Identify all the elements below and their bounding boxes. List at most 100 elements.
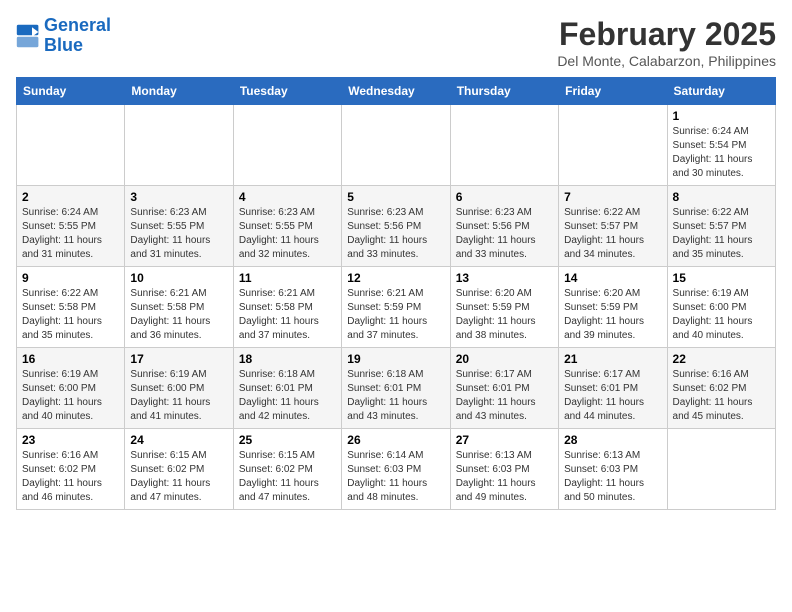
- day-info: Sunrise: 6:24 AM Sunset: 5:54 PM Dayligh…: [673, 125, 770, 181]
- day-info: Sunrise: 6:13 AM Sunset: 6:03 PM Dayligh…: [564, 449, 661, 505]
- calendar-cell: 26 Sunrise: 6:14 AM Sunset: 6:03 PM Dayli…: [342, 429, 450, 510]
- day-number: 10: [130, 271, 227, 285]
- header-sunday: Sunday: [17, 78, 125, 105]
- day-number: 20: [456, 352, 553, 366]
- week-row-4: 16 Sunrise: 6:19 AM Sunset: 6:00 PM Dayli…: [17, 348, 776, 429]
- logo: GeneralBlue: [16, 16, 111, 56]
- day-number: 5: [347, 190, 444, 204]
- calendar-cell: 17 Sunrise: 6:19 AM Sunset: 6:00 PM Dayli…: [125, 348, 233, 429]
- week-row-5: 23 Sunrise: 6:16 AM Sunset: 6:02 PM Dayli…: [17, 429, 776, 510]
- day-number: 14: [564, 271, 661, 285]
- calendar-cell: 24 Sunrise: 6:15 AM Sunset: 6:02 PM Dayli…: [125, 429, 233, 510]
- day-number: 27: [456, 433, 553, 447]
- day-info: Sunrise: 6:16 AM Sunset: 6:02 PM Dayligh…: [22, 449, 119, 505]
- day-number: 17: [130, 352, 227, 366]
- calendar-cell: 21Sunrise: 6:17 AM Sunset: 6:01 PM Dayli…: [559, 348, 667, 429]
- calendar-cell: [667, 429, 775, 510]
- calendar-cell: [17, 105, 125, 186]
- calendar-cell: 16 Sunrise: 6:19 AM Sunset: 6:00 PM Dayli…: [17, 348, 125, 429]
- day-info: Sunrise: 6:21 AM Sunset: 5:59 PM Dayligh…: [347, 287, 444, 343]
- day-number: 4: [239, 190, 336, 204]
- day-number: 26: [347, 433, 444, 447]
- day-info: Sunrise: 6:13 AM Sunset: 6:03 PM Dayligh…: [456, 449, 553, 505]
- calendar-cell: [125, 105, 233, 186]
- title-block: February 2025 Del Monte, Calabarzon, Phi…: [557, 16, 776, 69]
- week-row-2: 2Sunrise: 6:24 AM Sunset: 5:55 PM Daylig…: [17, 186, 776, 267]
- calendar-cell: 5 Sunrise: 6:23 AM Sunset: 5:56 PM Daylig…: [342, 186, 450, 267]
- header-tuesday: Tuesday: [233, 78, 341, 105]
- day-info: Sunrise: 6:22 AM Sunset: 5:57 PM Dayligh…: [673, 206, 770, 262]
- calendar-cell: 27 Sunrise: 6:13 AM Sunset: 6:03 PM Dayli…: [450, 429, 558, 510]
- day-number: 1: [673, 109, 770, 123]
- logo-blue: Blue: [44, 35, 83, 55]
- day-number: 23: [22, 433, 119, 447]
- calendar-cell: 12 Sunrise: 6:21 AM Sunset: 5:59 PM Dayli…: [342, 267, 450, 348]
- day-number: 9: [22, 271, 119, 285]
- calendar-cell: 22 Sunrise: 6:16 AM Sunset: 6:02 PM Dayli…: [667, 348, 775, 429]
- calendar-cell: 1 Sunrise: 6:24 AM Sunset: 5:54 PM Daylig…: [667, 105, 775, 186]
- day-number: 12: [347, 271, 444, 285]
- header-wednesday: Wednesday: [342, 78, 450, 105]
- day-info: Sunrise: 6:18 AM Sunset: 6:01 PM Dayligh…: [239, 368, 336, 424]
- day-number: 24: [130, 433, 227, 447]
- day-info: Sunrise: 6:15 AM Sunset: 6:02 PM Dayligh…: [130, 449, 227, 505]
- day-info: Sunrise: 6:19 AM Sunset: 6:00 PM Dayligh…: [673, 287, 770, 343]
- day-info: Sunrise: 6:19 AM Sunset: 6:00 PM Dayligh…: [130, 368, 227, 424]
- day-info: Sunrise: 6:18 AM Sunset: 6:01 PM Dayligh…: [347, 368, 444, 424]
- calendar-cell: 2Sunrise: 6:24 AM Sunset: 5:55 PM Daylig…: [17, 186, 125, 267]
- day-number: 22: [673, 352, 770, 366]
- week-row-3: 9 Sunrise: 6:22 AM Sunset: 5:58 PM Daylig…: [17, 267, 776, 348]
- day-info: Sunrise: 6:14 AM Sunset: 6:03 PM Dayligh…: [347, 449, 444, 505]
- calendar-cell: 10Sunrise: 6:21 AM Sunset: 5:58 PM Dayli…: [125, 267, 233, 348]
- calendar-cell: 7 Sunrise: 6:22 AM Sunset: 5:57 PM Daylig…: [559, 186, 667, 267]
- day-info: Sunrise: 6:22 AM Sunset: 5:58 PM Dayligh…: [22, 287, 119, 343]
- day-number: 21: [564, 352, 661, 366]
- day-number: 18: [239, 352, 336, 366]
- calendar-cell: 20 Sunrise: 6:17 AM Sunset: 6:01 PM Dayli…: [450, 348, 558, 429]
- day-info: Sunrise: 6:19 AM Sunset: 6:00 PM Dayligh…: [22, 368, 119, 424]
- day-info: Sunrise: 6:23 AM Sunset: 5:55 PM Dayligh…: [130, 206, 227, 262]
- calendar-cell: 3 Sunrise: 6:23 AM Sunset: 5:55 PM Daylig…: [125, 186, 233, 267]
- calendar-header-row: SundayMondayTuesdayWednesdayThursdayFrid…: [17, 78, 776, 105]
- day-info: Sunrise: 6:22 AM Sunset: 5:57 PM Dayligh…: [564, 206, 661, 262]
- calendar-cell: [233, 105, 341, 186]
- day-number: 6: [456, 190, 553, 204]
- calendar-cell: 4 Sunrise: 6:23 AM Sunset: 5:55 PM Daylig…: [233, 186, 341, 267]
- header-thursday: Thursday: [450, 78, 558, 105]
- day-number: 8: [673, 190, 770, 204]
- calendar-cell: [342, 105, 450, 186]
- header-saturday: Saturday: [667, 78, 775, 105]
- calendar-subtitle: Del Monte, Calabarzon, Philippines: [557, 53, 776, 69]
- calendar-cell: 23 Sunrise: 6:16 AM Sunset: 6:02 PM Dayli…: [17, 429, 125, 510]
- day-info: Sunrise: 6:16 AM Sunset: 6:02 PM Dayligh…: [673, 368, 770, 424]
- day-number: 15: [673, 271, 770, 285]
- calendar-cell: 13Sunrise: 6:20 AM Sunset: 5:59 PM Dayli…: [450, 267, 558, 348]
- day-number: 7: [564, 190, 661, 204]
- day-number: 3: [130, 190, 227, 204]
- calendar-cell: 19 Sunrise: 6:18 AM Sunset: 6:01 PM Dayli…: [342, 348, 450, 429]
- header-friday: Friday: [559, 78, 667, 105]
- day-number: 25: [239, 433, 336, 447]
- day-info: Sunrise: 6:23 AM Sunset: 5:55 PM Dayligh…: [239, 206, 336, 262]
- day-info: Sunrise: 6:20 AM Sunset: 5:59 PM Dayligh…: [564, 287, 661, 343]
- header-monday: Monday: [125, 78, 233, 105]
- day-number: 16: [22, 352, 119, 366]
- calendar-cell: 18 Sunrise: 6:18 AM Sunset: 6:01 PM Dayli…: [233, 348, 341, 429]
- day-info: Sunrise: 6:21 AM Sunset: 5:58 PM Dayligh…: [239, 287, 336, 343]
- logo-icon: [16, 24, 40, 48]
- day-info: Sunrise: 6:24 AM Sunset: 5:55 PM Dayligh…: [22, 206, 119, 262]
- day-number: 28: [564, 433, 661, 447]
- calendar-cell: [450, 105, 558, 186]
- day-number: 19: [347, 352, 444, 366]
- page-header: GeneralBlue February 2025 Del Monte, Cal…: [16, 16, 776, 69]
- calendar-cell: 14 Sunrise: 6:20 AM Sunset: 5:59 PM Dayli…: [559, 267, 667, 348]
- week-row-1: 1 Sunrise: 6:24 AM Sunset: 5:54 PM Daylig…: [17, 105, 776, 186]
- calendar-cell: 9 Sunrise: 6:22 AM Sunset: 5:58 PM Daylig…: [17, 267, 125, 348]
- calendar-cell: 6Sunrise: 6:23 AM Sunset: 5:56 PM Daylig…: [450, 186, 558, 267]
- day-info: Sunrise: 6:23 AM Sunset: 5:56 PM Dayligh…: [347, 206, 444, 262]
- logo-general: General: [44, 15, 111, 35]
- calendar-table: SundayMondayTuesdayWednesdayThursdayFrid…: [16, 77, 776, 510]
- day-number: 13: [456, 271, 553, 285]
- day-info: Sunrise: 6:17 AM Sunset: 6:01 PM Dayligh…: [456, 368, 553, 424]
- day-info: Sunrise: 6:15 AM Sunset: 6:02 PM Dayligh…: [239, 449, 336, 505]
